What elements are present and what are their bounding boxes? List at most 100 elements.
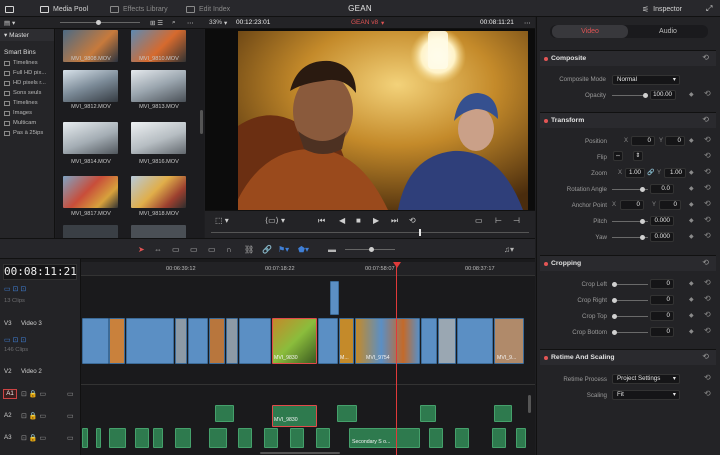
inspector-button[interactable]: ⚟ Inspector (642, 4, 682, 14)
zoom-y-field[interactable]: 1.00 (664, 168, 686, 178)
flip-vertical-button[interactable]: ⇕ (633, 151, 643, 161)
go-to-end-icon[interactable]: ⏭ (391, 216, 398, 226)
media-pool-scrollbar[interactable] (200, 110, 203, 134)
audio-clip[interactable] (109, 428, 126, 448)
slider-knob[interactable] (96, 20, 101, 25)
video-clip[interactable] (82, 318, 109, 364)
video-clip[interactable] (109, 318, 125, 364)
track-options-icon[interactable]: ▭ (67, 412, 74, 420)
keyframe-icon[interactable]: ⟲ (702, 352, 709, 361)
audio-clip[interactable] (455, 428, 469, 448)
keyframe-diamond-icon[interactable]: ◆ (689, 91, 694, 98)
audio-clip[interactable] (96, 428, 101, 448)
audio-clip[interactable] (215, 405, 234, 422)
anchor-y-field[interactable]: 0 (659, 200, 681, 210)
media-pool-button[interactable]: Media Pool (40, 4, 88, 14)
video-clip[interactable] (188, 318, 208, 364)
audio-clip[interactable] (494, 405, 512, 422)
audio-clip[interactable] (337, 405, 357, 422)
cropping-section-header[interactable]: Cropping ⟲ (540, 255, 716, 271)
selection-tool-icon[interactable]: ➤ (138, 245, 145, 254)
reset-icon[interactable]: ⟲ (704, 215, 711, 224)
slider-knob[interactable] (612, 330, 617, 335)
keyframe-diamond-icon[interactable]: ◆ (689, 185, 694, 192)
pitch-field[interactable]: 0.000 (650, 216, 674, 226)
reset-icon[interactable]: ⟲ (704, 310, 711, 319)
list-view-icon[interactable]: ⊞ ☰ (150, 19, 163, 27)
link-icon[interactable]: 🔗 (647, 169, 654, 176)
section-enabled-icon[interactable] (544, 119, 548, 123)
reset-icon[interactable]: ⟲ (704, 373, 711, 382)
play-reverse-icon[interactable]: ◀ (339, 216, 345, 225)
marker-icon[interactable]: ⬟▾ (298, 245, 309, 254)
keyframe-diamond-icon[interactable]: ◆ (689, 296, 694, 303)
replace-clip-icon[interactable]: ▭ (208, 245, 216, 254)
keyframe-diamond-icon[interactable]: ◆ (689, 201, 694, 208)
tab-video[interactable]: Video (552, 25, 628, 38)
position-y-field[interactable]: 0 (665, 136, 685, 146)
bin-item[interactable]: Sons seuls (0, 88, 54, 98)
audio-clip[interactable] (420, 405, 436, 422)
stop-icon[interactable]: ■ (356, 216, 361, 225)
mark-in-icon[interactable]: ⊢ (495, 216, 502, 225)
timeline-name[interactable]: GEAN v8 (351, 19, 378, 26)
bin-view-toggle-icon[interactable]: ▤ ▾ (4, 19, 15, 27)
bin-item[interactable]: Images (0, 108, 54, 118)
crop-bottom-field[interactable]: 0 (650, 327, 674, 337)
reset-icon[interactable]: ⟲ (704, 135, 711, 144)
zoom-x-field[interactable]: 1.00 (625, 168, 645, 178)
video-clip[interactable] (226, 318, 238, 364)
master-bin[interactable]: ▾ Master (0, 29, 54, 41)
crop-right-slider[interactable] (612, 300, 648, 301)
video-clip[interactable] (175, 318, 187, 364)
audio-clip[interactable] (492, 428, 506, 448)
reset-icon[interactable]: ⟲ (704, 389, 711, 398)
track-controls-icon[interactable]: ⊡ 🔒 ▭ (21, 390, 46, 398)
track-id-a1[interactable]: A1 (3, 389, 17, 399)
track-view-toggle-icon[interactable]: ▭ ⊡ ⊡ (4, 336, 26, 344)
video-clip[interactable] (209, 318, 225, 364)
slider-knob[interactable] (640, 235, 645, 240)
track-id-a3[interactable]: A3 (4, 434, 12, 441)
composite-section-header[interactable]: Composite ⟲ (540, 50, 716, 66)
video-clip[interactable] (318, 318, 338, 364)
section-enabled-icon[interactable] (544, 356, 548, 360)
linked-selection-icon[interactable]: ⛓ (244, 245, 254, 254)
anchor-x-field[interactable]: 0 (620, 200, 644, 210)
audio-clip[interactable] (349, 428, 420, 448)
track-controls-icon[interactable]: ⊡ 🔒 ▭ (21, 434, 46, 442)
section-enabled-icon[interactable] (544, 262, 548, 266)
video-clip[interactable] (438, 318, 456, 364)
clip-thumbnail[interactable] (63, 225, 118, 238)
clip-thumbnail[interactable] (63, 70, 118, 102)
flip-horizontal-button[interactable]: ⇔ (613, 151, 623, 161)
composite-mode-select[interactable]: Normal ▾ (612, 75, 680, 85)
video-clip[interactable] (330, 281, 339, 315)
overwrite-clip-icon[interactable]: ▭ (190, 245, 198, 254)
crop-left-slider[interactable] (612, 284, 648, 285)
retime-section-header[interactable]: Retime And Scaling ⟲ (540, 349, 716, 365)
loop-icon[interactable]: ⟲ (409, 216, 416, 225)
crop-right-field[interactable]: 0 (650, 295, 674, 305)
keyframe-diamond-icon[interactable]: ◆ (689, 312, 694, 319)
slider-knob[interactable] (612, 314, 617, 319)
snapping-icon[interactable]: ∩ (226, 245, 232, 254)
audio-clip-selected[interactable] (272, 405, 317, 427)
audio-meter-icon[interactable]: ♫▾ (504, 245, 514, 254)
bin-item[interactable]: Pas à 25ips (0, 128, 54, 138)
options-icon[interactable]: ⋯ (187, 19, 194, 27)
timeline-view-icon[interactable]: ▬ (328, 245, 336, 254)
crop-tool-icon[interactable]: ⬚ ▾ (215, 216, 229, 225)
video-clip[interactable] (239, 318, 271, 364)
match-frame-icon[interactable]: ⟨▭⟩ ▾ (265, 216, 285, 225)
reset-icon[interactable]: ⟲ (704, 89, 711, 98)
track-controls-icon[interactable]: ⊡ 🔒 ▭ (21, 412, 46, 420)
insert-clip-icon[interactable]: ▭ (172, 245, 180, 254)
expand-icon[interactable]: ⤢ (706, 4, 712, 14)
opacity-field[interactable]: 100.00 (650, 90, 676, 100)
keyframe-icon[interactable]: ⟲ (702, 53, 709, 62)
reset-icon[interactable]: ⟲ (704, 231, 711, 240)
keyframe-diamond-icon[interactable]: ◆ (689, 217, 694, 224)
playhead[interactable] (396, 262, 397, 455)
keyframe-diamond-icon[interactable]: ◆ (689, 280, 694, 287)
